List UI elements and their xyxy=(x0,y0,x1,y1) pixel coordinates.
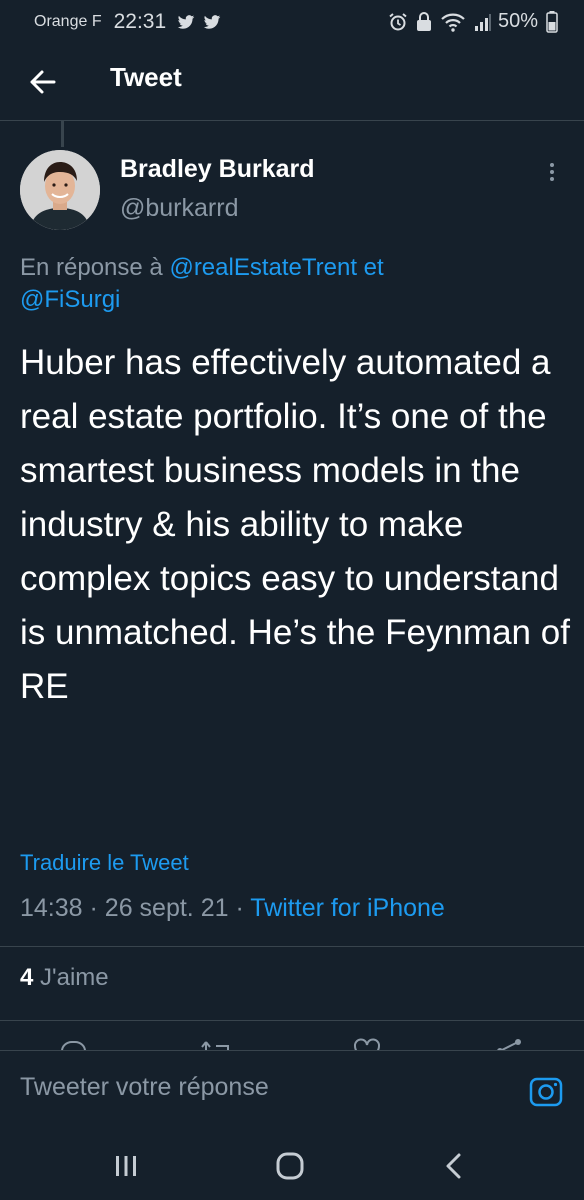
likes-count[interactable]: 4 J'aime xyxy=(20,964,109,992)
likes-label: J'aime xyxy=(40,964,109,991)
recent-apps-button[interactable] xyxy=(110,1150,142,1182)
reply-conjunction: et xyxy=(363,254,384,281)
battery-icon xyxy=(546,10,558,33)
mention-link-realestatetrent[interactable]: @realEstateTrent xyxy=(169,254,357,281)
page-title: Tweet xyxy=(110,62,182,92)
divider xyxy=(0,946,584,947)
author-display-name[interactable]: Bradley Burkard xyxy=(120,155,315,184)
more-options-button[interactable] xyxy=(540,160,564,184)
back-button[interactable] xyxy=(24,64,64,100)
avatar[interactable] xyxy=(20,150,100,230)
status-bar-right: 50% xyxy=(380,10,558,33)
twitter-notification-icon xyxy=(203,15,221,29)
twitter-notification-icon xyxy=(177,15,195,29)
chevron-left-icon xyxy=(446,1153,461,1179)
camera-icon xyxy=(529,1077,563,1107)
mention-link-fisurgi[interactable]: @FiSurgi xyxy=(20,286,120,313)
wifi-icon xyxy=(441,13,465,32)
thread-connector-line xyxy=(61,121,64,147)
tweet-time: 14:38 xyxy=(20,894,83,922)
alarm-icon xyxy=(389,12,407,30)
tweet-metadata: 14:38 · 26 sept. 21 · Twitter for iPhone xyxy=(20,894,445,923)
lock-notification-icon xyxy=(416,11,431,31)
meta-separator: · xyxy=(89,894,98,922)
status-bar-left: Orange F 22:31 xyxy=(34,10,228,34)
meta-separator: · xyxy=(235,894,244,922)
home-button[interactable] xyxy=(274,1150,306,1182)
home-icon xyxy=(276,1152,304,1180)
reply-prefix: En réponse à xyxy=(20,254,163,281)
tweet-source-link[interactable]: Twitter for iPhone xyxy=(250,894,445,922)
reply-context: En réponse à @realEstateTrent et @FiSurg… xyxy=(20,252,560,316)
translate-tweet-link[interactable]: Traduire le Tweet xyxy=(20,850,189,876)
more-vertical-icon xyxy=(550,163,554,181)
author-handle[interactable]: @burkarrd xyxy=(120,194,238,223)
tweet-text: Huber has effectively automated a real e… xyxy=(20,343,570,706)
system-navigation-bar xyxy=(0,1130,584,1200)
tweet-date: 26 sept. 21 xyxy=(104,894,229,922)
top-app-bar: Tweet xyxy=(0,44,584,121)
signal-icon xyxy=(474,13,491,31)
camera-button[interactable] xyxy=(528,1073,564,1109)
profile-photo xyxy=(20,150,100,230)
reply-composer-bar: Tweeter votre réponse xyxy=(0,1050,584,1131)
status-bar: Orange F 22:31 50% xyxy=(0,0,584,44)
recent-apps-icon xyxy=(116,1156,136,1176)
carrier-name: Orange F xyxy=(34,13,102,30)
likes-number: 4 xyxy=(20,964,34,991)
divider xyxy=(0,1020,584,1021)
battery-percentage: 50% xyxy=(497,10,538,32)
reply-input[interactable]: Tweeter votre réponse xyxy=(20,1073,269,1102)
status-time: 22:31 xyxy=(113,10,167,33)
arrow-left-icon xyxy=(30,70,56,94)
system-back-button[interactable] xyxy=(438,1150,470,1182)
